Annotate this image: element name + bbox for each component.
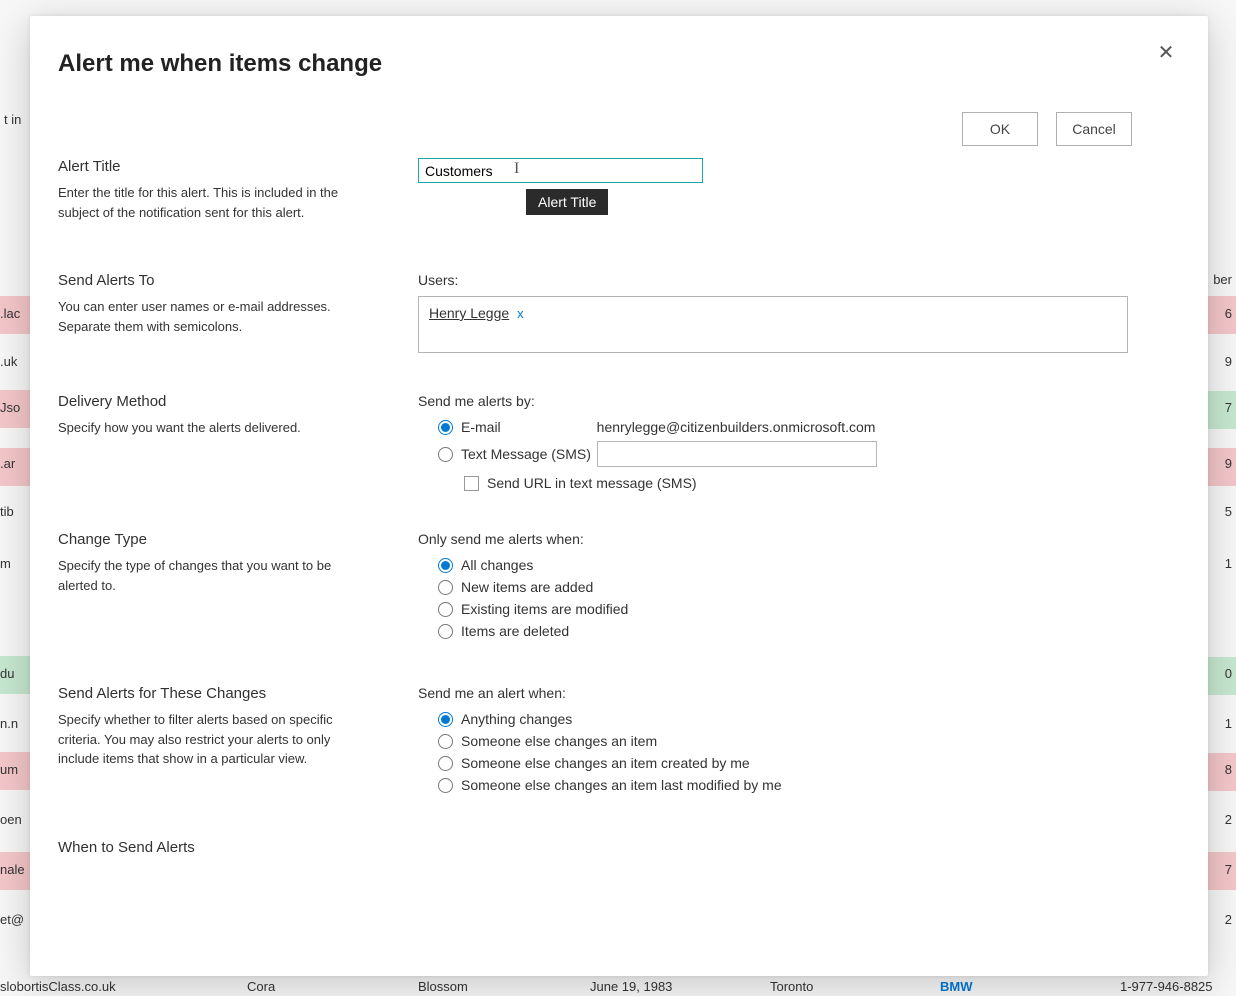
filter-else-modified-label: Someone else changes an item last modifi… xyxy=(461,777,782,793)
section-when: When to Send Alerts xyxy=(58,839,1180,864)
section-description: Enter the title for this alert. This is … xyxy=(58,183,358,222)
bg-frag: 7 xyxy=(1225,862,1232,877)
bg-frag: tib xyxy=(0,504,14,519)
change-new-label: New items are added xyxy=(461,579,593,595)
close-button[interactable]: ✕ xyxy=(1152,38,1180,66)
change-modified-radio[interactable] xyxy=(438,602,453,617)
bg-frag: ber xyxy=(1213,272,1232,287)
section-send-to: Send Alerts To You can enter user names … xyxy=(58,272,1180,353)
bg-frag: 2 xyxy=(1225,812,1232,827)
bg-frag: 2 xyxy=(1225,912,1232,927)
filter-anything-label: Anything changes xyxy=(461,711,572,727)
section-heading: When to Send Alerts xyxy=(58,839,398,856)
bg-frag: 9 xyxy=(1225,456,1232,471)
bg-frag: Blossom xyxy=(418,979,468,994)
bg-frag: nale xyxy=(0,862,25,877)
email-address: henrylegge@citizenbuilders.onmicrosoft.c… xyxy=(597,419,876,435)
bg-frag: 9 xyxy=(1225,354,1232,369)
filter-else-item-radio[interactable] xyxy=(438,734,453,749)
filter-else-created-label: Someone else changes an item created by … xyxy=(461,755,750,771)
change-all-label: All changes xyxy=(461,557,533,573)
bg-frag: Toronto xyxy=(770,979,813,994)
modal-title: Alert me when items change xyxy=(58,50,382,78)
delivery-prompt: Send me alerts by: xyxy=(418,393,1180,409)
bg-frag: t in xyxy=(4,112,21,127)
bg-frag: 0 xyxy=(1225,666,1232,681)
users-people-picker[interactable]: Henry Legge x xyxy=(418,296,1128,353)
bg-frag: .ar xyxy=(0,456,15,471)
bg-frag: oen xyxy=(0,812,22,827)
sms-url-label: Send URL in text message (SMS) xyxy=(487,475,697,491)
section-alert-title: Alert Title Enter the title for this ale… xyxy=(58,158,1180,222)
bg-frag: um xyxy=(0,762,18,777)
section-description: Specify how you want the alerts delivere… xyxy=(58,418,358,438)
bg-frag: 1 xyxy=(1225,556,1232,571)
bg-frag: .uk xyxy=(0,354,17,369)
section-heading: Send Alerts To xyxy=(58,272,398,289)
users-label: Users: xyxy=(418,272,1180,288)
bg-frag: 6 xyxy=(1225,306,1232,321)
sms-number-input[interactable] xyxy=(597,441,877,467)
bg-frag: 8 xyxy=(1225,762,1232,777)
email-radio-label: E-mail xyxy=(461,419,501,435)
alert-title-tooltip: Alert Title xyxy=(526,189,608,215)
bg-frag: et@ xyxy=(0,912,24,927)
close-icon: ✕ xyxy=(1158,40,1175,65)
section-filter: Send Alerts for These Changes Specify wh… xyxy=(58,685,1180,799)
change-modified-label: Existing items are modified xyxy=(461,601,628,617)
bg-frag: m xyxy=(0,556,11,571)
user-chip-name: Henry Legge xyxy=(429,305,509,321)
bg-frag: 1 xyxy=(1225,716,1232,731)
section-description: Specify the type of changes that you wan… xyxy=(58,556,358,595)
sms-radio-label: Text Message (SMS) xyxy=(461,446,591,462)
bg-frag: du xyxy=(0,666,14,681)
bg-frag: .lac xyxy=(0,306,20,321)
user-chip-remove[interactable]: x xyxy=(517,306,524,321)
section-heading: Send Alerts for These Changes xyxy=(58,685,398,702)
bg-frag: Jso xyxy=(0,400,20,415)
filter-else-modified-radio[interactable] xyxy=(438,778,453,793)
bg-frag: n.n xyxy=(0,716,18,731)
section-description: Specify whether to filter alerts based o… xyxy=(58,710,358,769)
change-deleted-label: Items are deleted xyxy=(461,623,569,639)
alert-settings-modal: Alert me when items change ✕ OK Cancel A… xyxy=(30,16,1208,976)
alert-title-input[interactable] xyxy=(418,158,703,183)
change-deleted-radio[interactable] xyxy=(438,624,453,639)
bg-frag: 5 xyxy=(1225,504,1232,519)
change-all-radio[interactable] xyxy=(438,558,453,573)
sms-url-checkbox[interactable] xyxy=(464,476,479,491)
section-change-type: Change Type Specify the type of changes … xyxy=(58,531,1180,645)
section-delivery: Delivery Method Specify how you want the… xyxy=(58,393,1180,491)
change-new-radio[interactable] xyxy=(438,580,453,595)
section-description: You can enter user names or e-mail addre… xyxy=(58,297,358,336)
filter-else-item-label: Someone else changes an item xyxy=(461,733,657,749)
filter-prompt: Send me an alert when: xyxy=(418,685,1180,701)
modal-scroll-area[interactable]: Alert Title Enter the title for this ale… xyxy=(30,98,1208,976)
change-type-prompt: Only send me alerts when: xyxy=(418,531,1180,547)
bg-frag: slobortisClass.co.uk xyxy=(0,979,116,994)
section-heading: Alert Title xyxy=(58,158,398,175)
filter-else-created-radio[interactable] xyxy=(438,756,453,771)
section-heading: Delivery Method xyxy=(58,393,398,410)
bg-frag: June 19, 1983 xyxy=(590,979,672,994)
email-radio[interactable] xyxy=(438,420,453,435)
section-heading: Change Type xyxy=(58,531,398,548)
bg-frag: 1-977-946-8825 xyxy=(1120,979,1213,994)
bg-frag: 7 xyxy=(1225,400,1232,415)
sms-radio[interactable] xyxy=(438,447,453,462)
filter-anything-radio[interactable] xyxy=(438,712,453,727)
bg-frag: Cora xyxy=(247,979,275,994)
bg-frag: BMW xyxy=(940,979,973,994)
user-chip: Henry Legge x xyxy=(429,305,524,321)
